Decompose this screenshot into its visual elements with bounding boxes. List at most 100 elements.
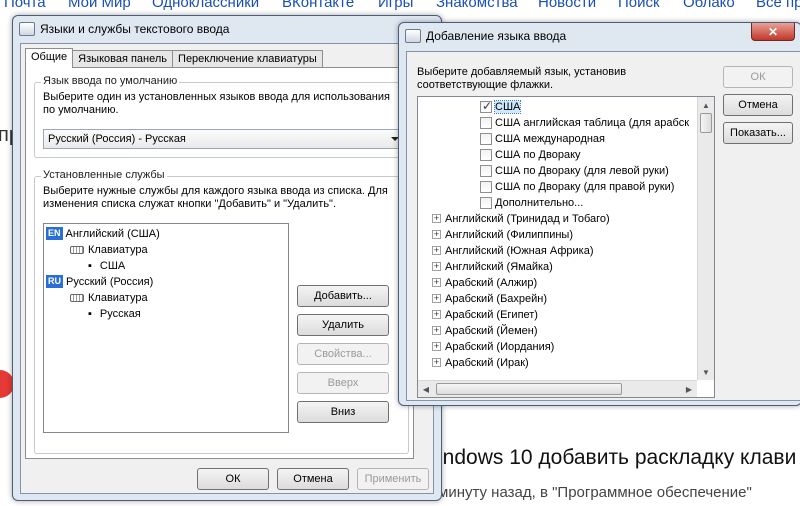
add-ok-button[interactable]: ОК (723, 66, 793, 88)
expand-icon[interactable]: + (432, 246, 441, 255)
flag-ru-icon: RU (46, 275, 63, 288)
expand-icon[interactable]: + (432, 326, 441, 335)
checkbox[interactable] (480, 196, 492, 209)
nav-link-mail[interactable]: Почта (4, 0, 46, 11)
tree-item-keyboard-ru[interactable]: Клавиатура (70, 290, 148, 305)
add-language-dialog-title: Добавление языка ввода (426, 29, 567, 43)
installed-services-tree[interactable]: EN Английский (США) Клавиатура ▪ США RU … (43, 223, 289, 433)
tree-item-label: Клавиатура (88, 243, 148, 256)
nav-link-vk[interactable]: ВКонтакте (282, 0, 354, 11)
add-button[interactable]: Добавить... (297, 285, 389, 307)
nav-link-cloud[interactable]: Облако (683, 0, 735, 11)
language-item[interactable]: + Английский (Филиппины) (432, 227, 573, 242)
checkbox[interactable] (480, 180, 492, 193)
ok-button[interactable]: ОК (197, 468, 269, 490)
expand-icon[interactable]: + (432, 278, 441, 287)
language-tree[interactable]: США США английская таблица (для арабск С… (417, 96, 715, 398)
tree-item-label: США (99, 259, 126, 272)
layout-item-more[interactable]: Дополнительно... (480, 195, 583, 210)
language-item-label: Арабский (Алжир) (445, 276, 538, 289)
language-item[interactable]: + Арабский (Иордания) (432, 339, 554, 354)
languages-dialog-titlebar[interactable]: Языки и службы текстового ввода (13, 16, 441, 42)
language-item[interactable]: + Арабский (Египет) (432, 307, 538, 322)
checkbox-checked[interactable] (480, 99, 492, 113)
move-up-button[interactable]: Вверх (297, 372, 389, 394)
tree-item-keyboard-en[interactable]: Клавиатура (70, 242, 148, 257)
article-title[interactable]: indows 10 добавить раскладку клави (438, 446, 796, 470)
layout-item-us-dvorak-right[interactable]: США по Двораку (для правой руки) (480, 179, 674, 194)
layout-item-us-international[interactable]: США международная (480, 131, 605, 146)
checkbox[interactable] (480, 164, 492, 177)
tree-item-ru-ru[interactable]: RU Русский (Россия) (46, 274, 153, 289)
layout-item-us[interactable]: США (480, 99, 522, 114)
languages-dialog-title: Языки и службы текстового ввода (40, 22, 230, 36)
add-cancel-button[interactable]: Отмена (723, 94, 793, 116)
default-language-group: Язык ввода по умолчанию Выберите один из… (34, 75, 409, 158)
installed-services-description: Выберите нужные службы для каждого языка… (43, 185, 388, 210)
apply-button[interactable]: Применить (357, 468, 429, 490)
layout-item-us-arabic-table[interactable]: США английская таблица (для арабск (480, 115, 689, 130)
layout-item-label: США международная (495, 132, 606, 145)
language-item-label: Арабский (Иордания) (445, 340, 555, 353)
layout-item-label: США по Двораку (для левой руки) (495, 164, 669, 177)
scroll-right-icon[interactable]: ▶ (681, 381, 697, 397)
horizontal-scrollbar[interactable]: ◀ ▶ (418, 380, 697, 397)
move-down-button[interactable]: Вниз (297, 401, 389, 423)
checkbox[interactable] (480, 132, 492, 145)
tree-item-layout-us[interactable]: ▪ США (88, 258, 125, 273)
nav-link-ok[interactable]: Одноклассники (152, 0, 259, 11)
nav-link-dating[interactable]: Знакомства (436, 0, 518, 11)
keyboard-app-icon (19, 22, 35, 36)
expand-icon[interactable]: + (432, 214, 441, 223)
checkbox[interactable] (480, 116, 492, 129)
language-item[interactable]: + Арабский (Бахрейн) (432, 291, 547, 306)
nav-link-news[interactable]: Новости (538, 0, 596, 11)
add-language-dialog-titlebar[interactable]: Добавление языка ввода (399, 23, 800, 49)
horizontal-scroll-thumb[interactable] (436, 383, 622, 395)
layout-item-label: США английская таблица (для арабск (495, 116, 690, 129)
bullet-icon: ▪ (88, 259, 92, 272)
keyboard-icon (70, 293, 84, 302)
tree-item-en-us[interactable]: EN Английский (США) (46, 226, 160, 241)
installed-services-group: Установленные службы Выберите нужные слу… (34, 169, 409, 454)
checkbox[interactable] (480, 148, 492, 161)
add-language-dialog-client: Выберите добавляемый язык, установив соо… (406, 51, 800, 401)
close-icon[interactable]: ✕ (751, 23, 795, 41)
expand-icon[interactable]: + (432, 294, 441, 303)
layout-item-us-dvorak[interactable]: США по Двораку (480, 147, 581, 162)
language-item[interactable]: + Английский (Тринидад и Тобаго) (432, 211, 610, 226)
keyboard-app-icon (405, 29, 421, 43)
remove-button[interactable]: Удалить (297, 314, 389, 336)
expand-icon[interactable]: + (432, 230, 441, 239)
language-item[interactable]: + Английский (Ямайка) (432, 259, 553, 274)
tree-item-layout-ru[interactable]: ▪ Русская (88, 306, 141, 321)
tab-language-bar[interactable]: Языковая панель (72, 50, 174, 68)
default-language-select[interactable]: Русский (Россия) - Русская (43, 129, 405, 149)
scroll-down-icon[interactable]: ▼ (698, 364, 714, 380)
tab-general[interactable]: Общие (25, 48, 74, 68)
language-item[interactable]: + Английский (Южная Африка) (432, 243, 594, 258)
languages-dialog: Языки и службы текстового ввода Общие Яз… (12, 15, 442, 501)
vertical-scrollbar[interactable]: ▲ ▼ (697, 97, 714, 380)
expand-icon[interactable]: + (432, 262, 441, 271)
language-item[interactable]: + Арабский (Алжир) (432, 275, 537, 290)
nav-link-myworld[interactable]: Мой Мир (68, 0, 131, 11)
expand-icon[interactable]: + (432, 342, 441, 351)
expand-icon[interactable]: + (432, 358, 441, 367)
properties-button[interactable]: Свойства... (297, 343, 389, 365)
nav-link-games[interactable]: Игры (378, 0, 413, 11)
scroll-left-icon[interactable]: ◀ (418, 381, 434, 397)
language-item[interactable]: + Арабский (Ирак) (432, 355, 529, 370)
cancel-button[interactable]: Отмена (277, 468, 349, 490)
vertical-scroll-thumb[interactable] (700, 113, 712, 133)
expand-icon[interactable]: + (432, 310, 441, 319)
preview-button[interactable]: Показать... (723, 122, 793, 144)
nav-link-all[interactable]: Все пр (756, 0, 800, 11)
scroll-up-icon[interactable]: ▲ (698, 97, 714, 113)
tree-item-label: Русская (99, 307, 141, 320)
language-item[interactable]: + Арабский (Йемен) (432, 323, 538, 338)
layout-item-us-dvorak-left[interactable]: США по Двораку (для левой руки) (480, 163, 669, 178)
default-language-value: Русский (Россия) - Русская (48, 133, 186, 145)
tab-keyboard-switch[interactable]: Переключение клавиатуры (172, 50, 323, 68)
nav-link-search[interactable]: Поиск (618, 0, 660, 11)
